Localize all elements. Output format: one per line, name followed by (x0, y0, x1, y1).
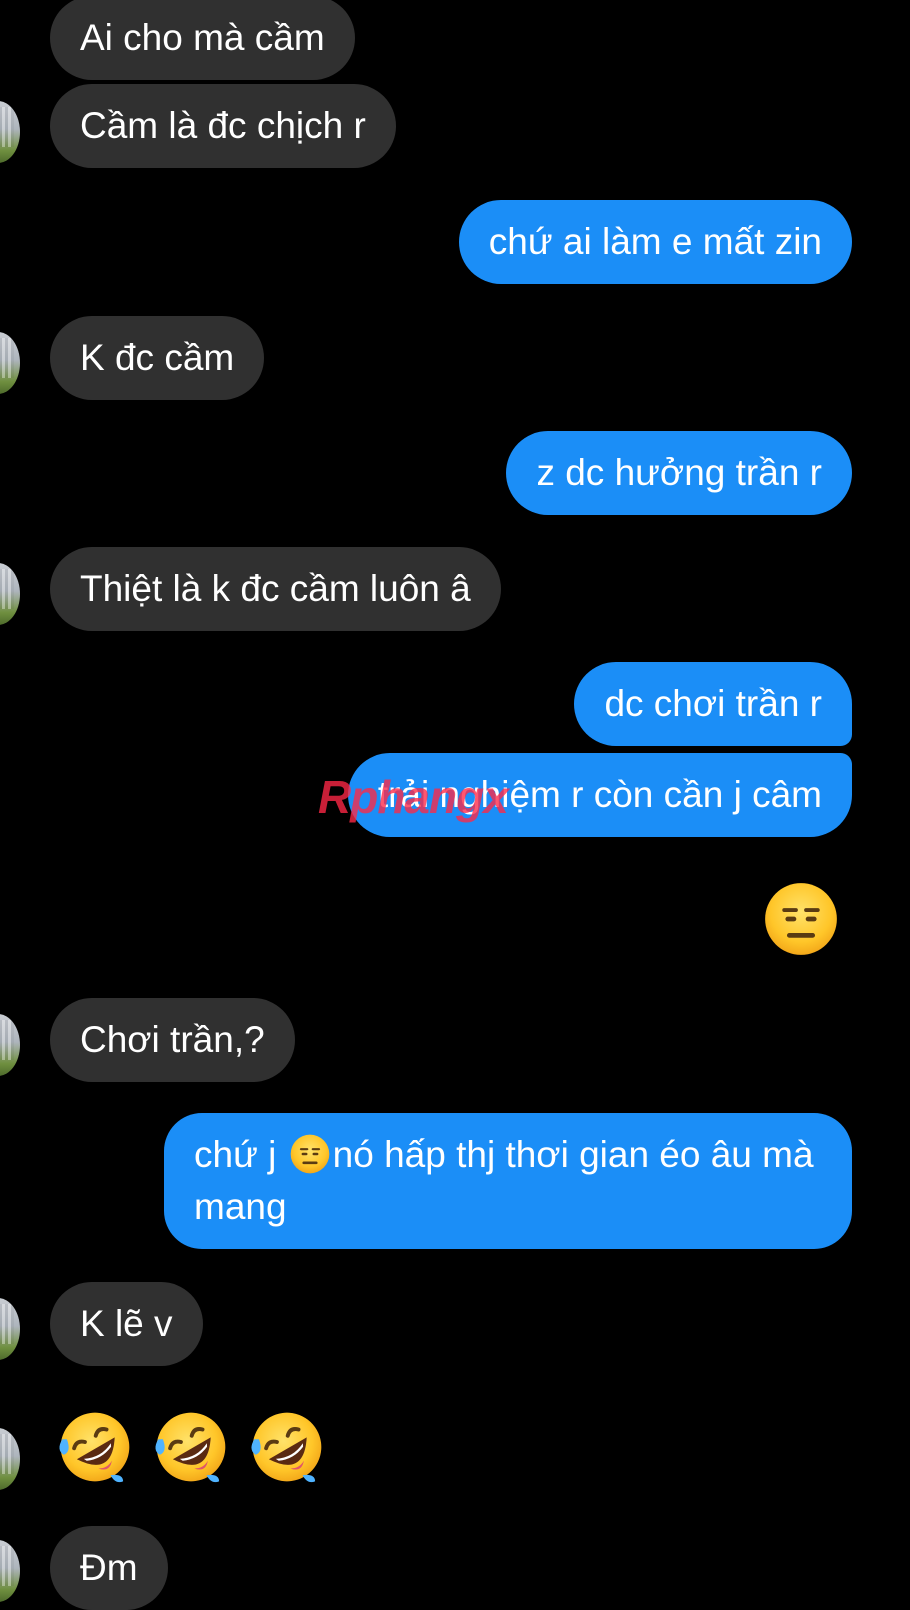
incoming-message[interactable]: K đc cầm (50, 316, 265, 400)
message-text: Chơi trần,? (80, 1019, 265, 1060)
message-text: dc chơi trần r (604, 683, 822, 724)
message-text: K đc cầm (80, 337, 235, 378)
incoming-message[interactable]: Ai cho mà cầm (50, 0, 355, 80)
expressionless-face-icon[interactable] (762, 880, 840, 958)
outgoing-message[interactable]: z dc hưởng trần r (506, 431, 852, 515)
contact-avatar[interactable] (0, 1014, 20, 1076)
message-text: z dc hưởng trần r (536, 452, 822, 493)
contact-avatar[interactable] (0, 563, 20, 625)
message-text: K lẽ v (80, 1303, 173, 1344)
contact-avatar[interactable] (0, 101, 20, 163)
rolling-on-floor-laughing-icon[interactable] (56, 1408, 134, 1486)
expressionless-face-icon (289, 1133, 331, 1175)
incoming-message[interactable]: Cầm là đc chịch r (50, 84, 396, 168)
rolling-on-floor-laughing-icon[interactable] (152, 1408, 230, 1486)
rolling-on-floor-laughing-icon[interactable] (248, 1408, 326, 1486)
incoming-message[interactable]: Chơi trần,? (50, 998, 295, 1082)
message-text: trải nghiệm r còn cần j câm (377, 774, 822, 815)
contact-avatar[interactable] (0, 1540, 20, 1602)
incoming-message[interactable]: Đm (50, 1526, 168, 1610)
message-text: chứ ai làm e mất zin (488, 221, 822, 262)
message-text: Đm (80, 1547, 138, 1588)
contact-avatar[interactable] (0, 1298, 20, 1360)
outgoing-message[interactable]: chứ j nó hấp thj thơi gian éo âu mà mang (164, 1113, 852, 1249)
incoming-message[interactable]: K lẽ v (50, 1282, 203, 1366)
outgoing-message[interactable]: chứ ai làm e mất zin (458, 200, 852, 284)
message-text: Cầm là đc chịch r (80, 105, 366, 146)
message-text: Ai cho mà cầm (80, 17, 325, 58)
outgoing-message[interactable]: dc chơi trần r (574, 662, 852, 746)
incoming-message[interactable]: Thiệt là k đc cầm luôn â (50, 547, 501, 631)
contact-avatar[interactable] (0, 332, 20, 394)
message-text: Thiệt là k đc cầm luôn â (80, 568, 471, 609)
message-text-before: chứ j (194, 1134, 287, 1175)
contact-avatar[interactable] (0, 1428, 20, 1490)
outgoing-message[interactable]: trải nghiệm r còn cần j câm (347, 753, 852, 837)
